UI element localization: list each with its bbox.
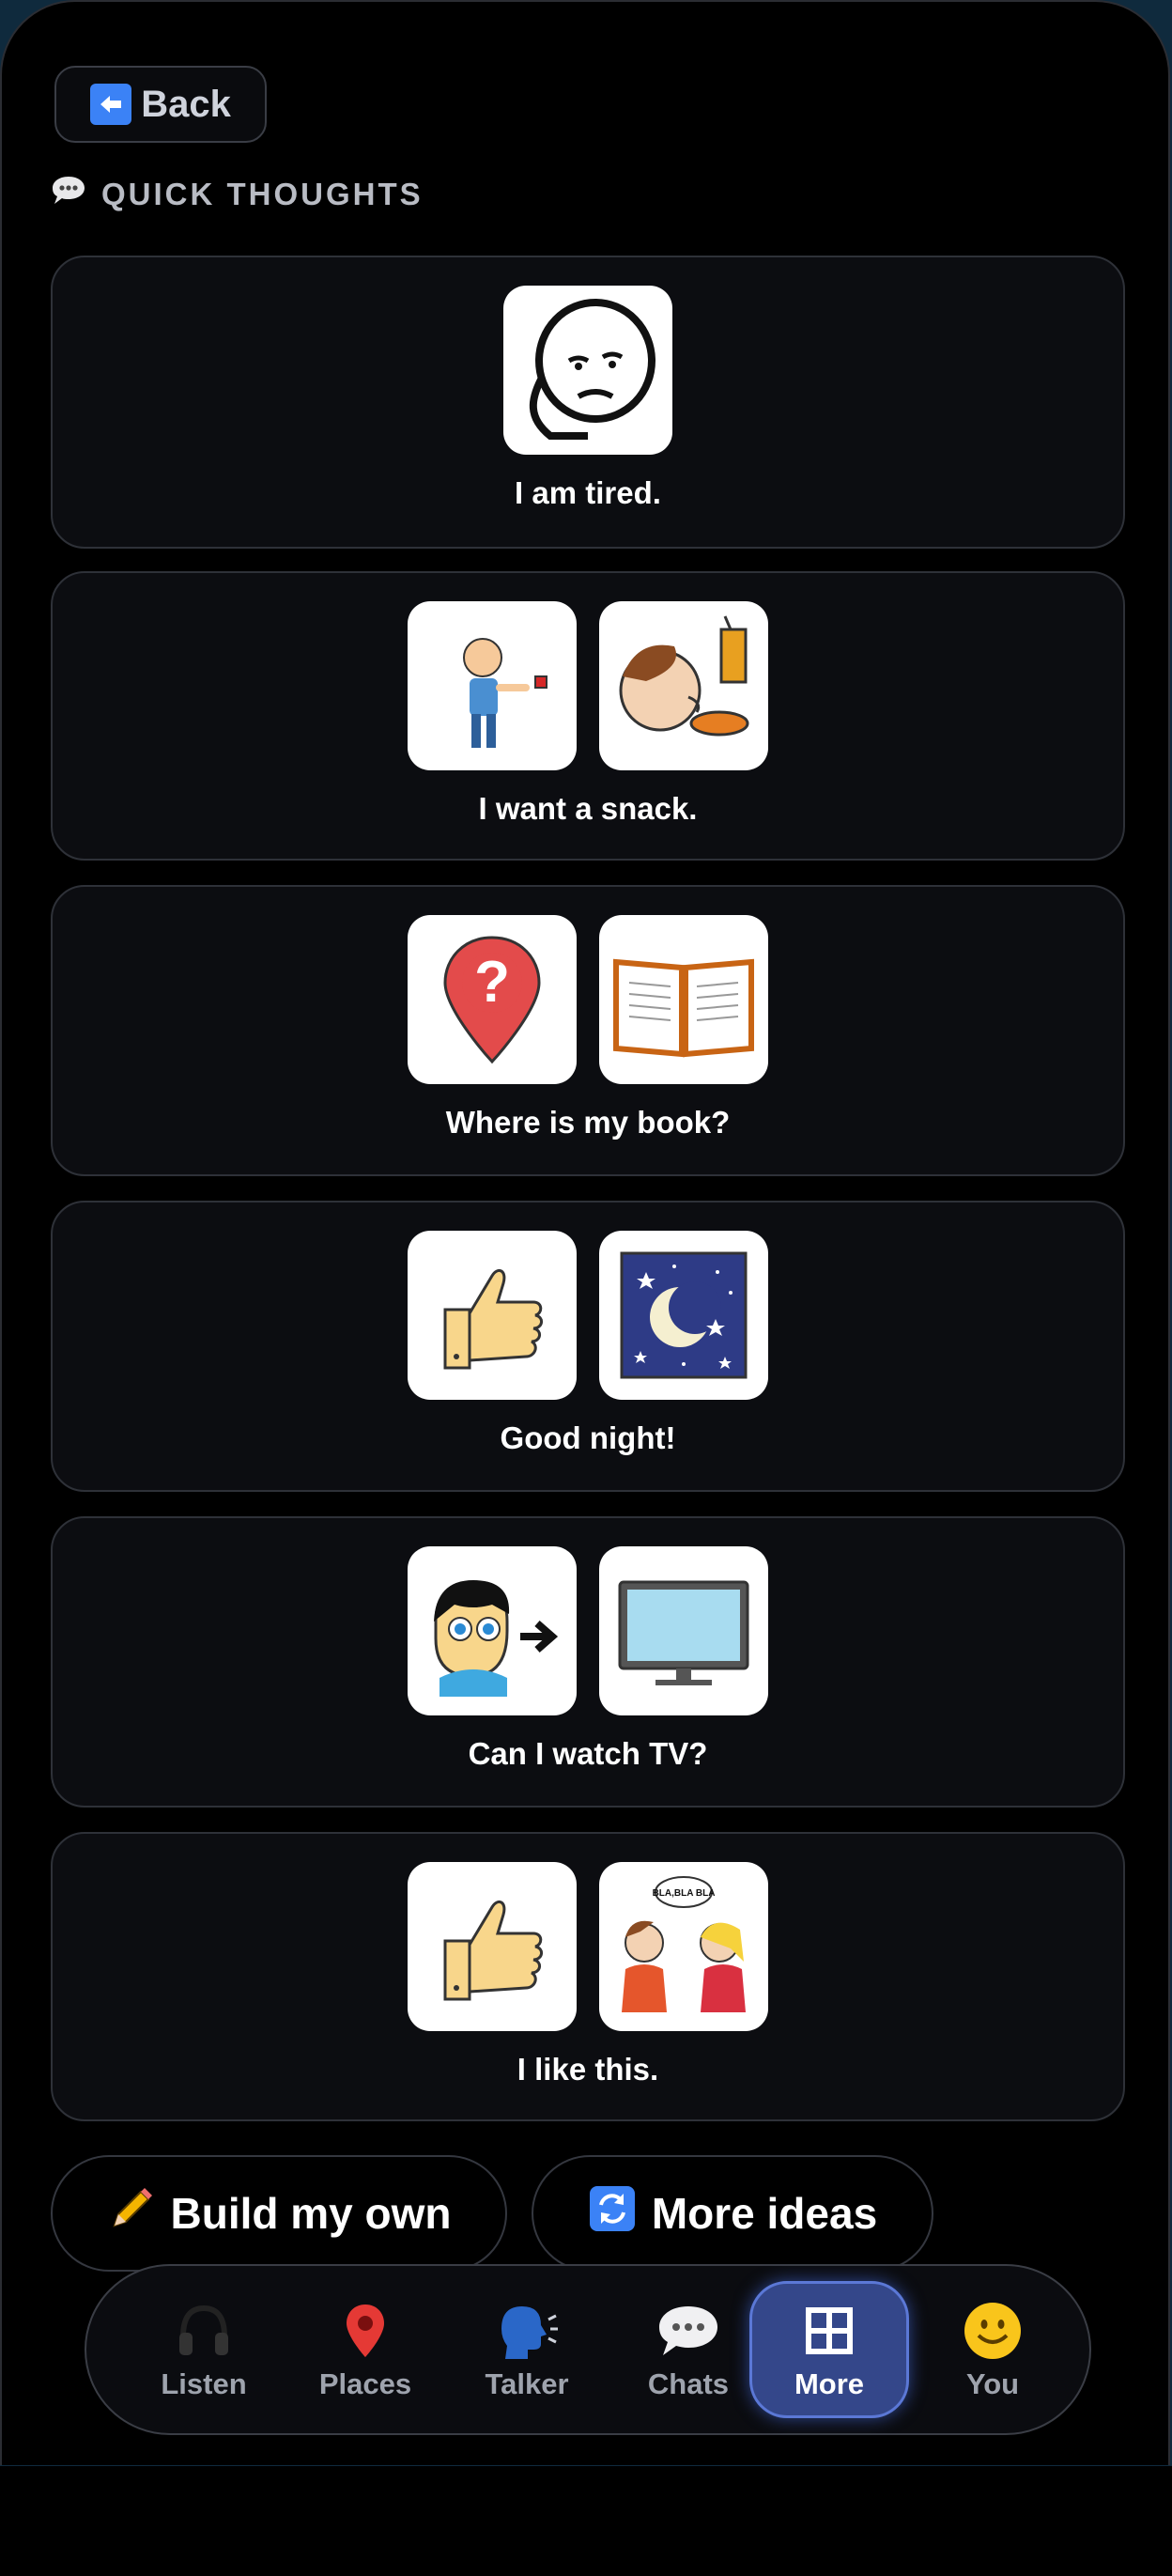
speech-bubble-icon [655, 2298, 721, 2364]
grid-icon [805, 2298, 854, 2364]
nav-item-listen[interactable]: Listen [124, 2281, 284, 2418]
watch-icon [408, 1546, 577, 1715]
phrase-card-goodnight[interactable]: Good night! [51, 1201, 1125, 1492]
nav-item-talker[interactable]: Talker [447, 2281, 607, 2418]
back-button[interactable]: Back [54, 66, 267, 143]
phrase-caption: I am tired. [515, 475, 661, 510]
more-ideas-label: More ideas [651, 2189, 878, 2238]
section-title-text: QUICK THOUGHTS [101, 177, 424, 211]
phrase-caption: I like this. [517, 2052, 659, 2087]
thumbs-up-icon [408, 1231, 577, 1400]
phrase-card-like[interactable]: BLA,BLA BLA I like this. [51, 1832, 1125, 2121]
refresh-icon [588, 2184, 637, 2243]
speech-bubble-icon [51, 175, 86, 214]
night-moon-icon [599, 1231, 768, 1400]
book-icon [599, 915, 768, 1084]
headphones-icon [174, 2298, 234, 2364]
nav-item-you[interactable]: You [913, 2281, 1072, 2418]
nav-item-more[interactable]: More [749, 2281, 909, 2418]
pencil-icon [107, 2184, 156, 2243]
nav-label: More [794, 2367, 865, 2400]
talking-bubble-text: BLA,BLA BLA [653, 1888, 716, 1899]
phrase-card-tv[interactable]: Can I watch TV? [51, 1516, 1125, 1808]
tired-face-icon [503, 286, 672, 455]
i-want-icon [408, 601, 577, 770]
smiley-icon [962, 2298, 1024, 2364]
section-title: QUICK THOUGHTS [51, 175, 424, 214]
svg-text:?: ? [474, 950, 510, 1015]
nav-label: Listen [161, 2367, 247, 2400]
bottom-nav: Listen Places Talker Chats More You [85, 2264, 1091, 2435]
pin-icon [335, 2298, 395, 2364]
speaking-head-icon [494, 2298, 560, 2364]
nav-item-chats[interactable]: Chats [609, 2281, 768, 2418]
nav-item-places[interactable]: Places [285, 2281, 445, 2418]
nav-label: Talker [485, 2367, 569, 2400]
left-arrow-icon [90, 84, 132, 125]
phrase-caption: Where is my book? [445, 1105, 731, 1140]
people-talking-icon: BLA,BLA BLA [599, 1862, 768, 2031]
tv-icon [599, 1546, 768, 1715]
phone-screen: Back QUICK THOUGHTS I am tired. I want a… [0, 0, 1170, 2465]
snack-icon [599, 601, 768, 770]
where-question-icon: ? [408, 915, 577, 1084]
phrase-card-snack[interactable]: I want a snack. [51, 571, 1125, 861]
nav-label: You [965, 2367, 1020, 2400]
phrase-caption: I want a snack. [478, 791, 698, 826]
bottom-strip [0, 2466, 1172, 2576]
build-my-own-label: Build my own [170, 2189, 452, 2238]
phrase-card-tired[interactable]: I am tired. [51, 256, 1125, 549]
more-ideas-button[interactable]: More ideas [532, 2155, 933, 2272]
thumbs-up-icon [408, 1862, 577, 2031]
phrase-caption: Can I watch TV? [468, 1736, 708, 1771]
phrase-card-book[interactable]: ? Where is my book? [51, 885, 1125, 1176]
phrase-caption: Good night! [500, 1420, 676, 1455]
nav-label: Chats [647, 2367, 730, 2400]
build-my-own-button[interactable]: Build my own [51, 2155, 507, 2272]
nav-label: Places [318, 2367, 412, 2400]
back-label: Back [141, 83, 231, 125]
